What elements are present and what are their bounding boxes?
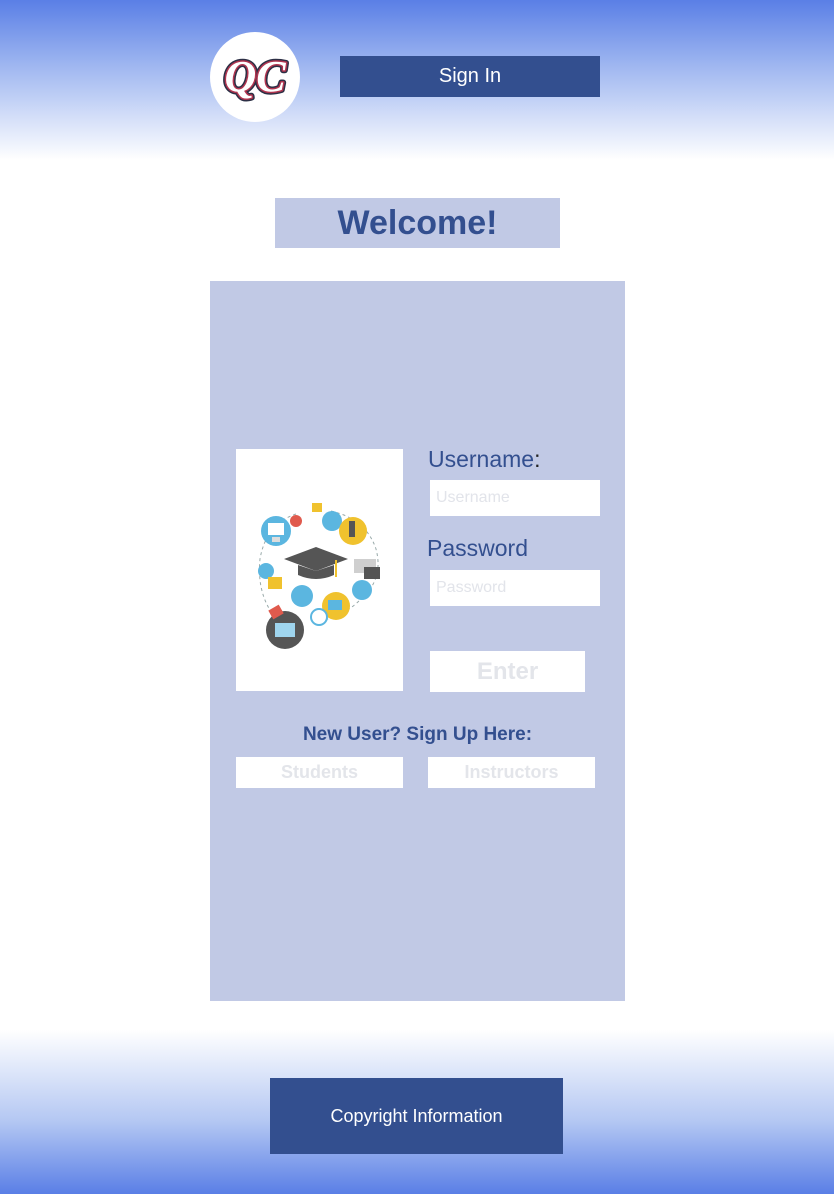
username-input[interactable] (430, 480, 600, 516)
qc-logo-icon: QC QC QC (221, 49, 289, 104)
signup-prompt: New User? Sign Up Here: (302, 724, 533, 745)
education-illustration (236, 449, 403, 691)
students-signup-button[interactable]: Students (236, 757, 403, 788)
copyright-info-button[interactable]: Copyright Information (270, 1078, 563, 1154)
sign-in-button[interactable]: Sign In (340, 56, 600, 97)
instructors-signup-button[interactable]: Instructors (428, 757, 595, 788)
password-label: Password (427, 535, 528, 561)
password-input[interactable] (430, 570, 600, 606)
qc-logo[interactable]: QC QC QC (210, 32, 300, 122)
svg-text:QC: QC (224, 52, 286, 101)
username-label: Username: (428, 446, 541, 472)
education-icons-graphic (258, 503, 380, 649)
enter-button[interactable]: Enter (430, 651, 585, 692)
login-panel: Username: Password Enter New User? Sign … (210, 281, 625, 1001)
welcome-heading: Welcome! (275, 198, 560, 248)
